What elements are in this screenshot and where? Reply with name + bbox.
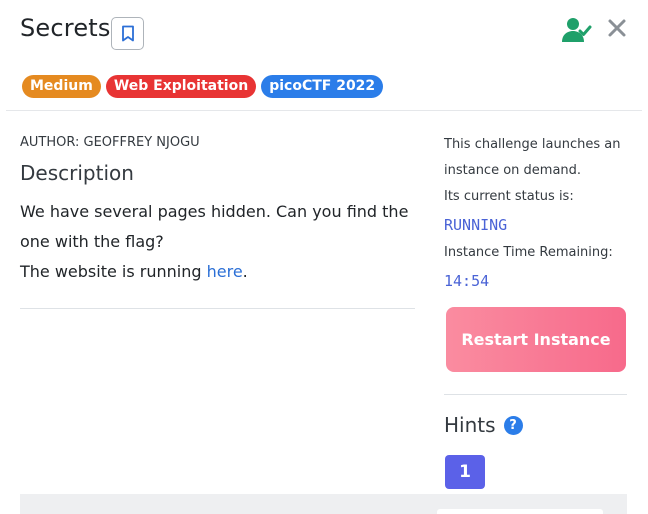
close-icon[interactable]: [606, 17, 628, 39]
hints-title: Hints: [444, 413, 496, 437]
description-text: We have several pages hidden. Can you fi…: [20, 202, 409, 251]
time-label: Instance Time Remaining:: [444, 245, 613, 260]
category-badge: Web Exploitation: [105, 75, 257, 98]
challenge-main: AUTHOR: GEOFFREY NJOGU Description We ha…: [20, 132, 415, 287]
bookmark-icon: [121, 25, 134, 42]
bookmark-button[interactable]: [111, 17, 144, 50]
running-prefix: The website is running: [20, 262, 207, 281]
instance-link[interactable]: here: [207, 262, 243, 281]
user-check-icon[interactable]: [562, 16, 592, 44]
event-badge: picoCTF 2022: [261, 75, 384, 98]
hint-button-1[interactable]: 1: [445, 455, 485, 489]
side-divider: [444, 394, 627, 395]
hints-heading: Hints ?: [444, 413, 523, 437]
launch-info: This challenge launches an instance on d…: [444, 137, 621, 178]
tag-list: Medium Web Exploitation picoCTF 2022: [22, 75, 384, 98]
author-label: AUTHOR: GEOFFREY NJOGU: [20, 135, 200, 150]
running-text: The website is running here.: [20, 257, 415, 287]
challenge-header: Secrets Medium Web Exploitation picoCTF …: [0, 0, 648, 112]
bottom-input-box: [437, 509, 603, 514]
main-divider: [20, 308, 415, 309]
difficulty-badge: Medium: [22, 75, 101, 98]
status-label: Its current status is:: [444, 189, 574, 204]
help-icon[interactable]: ?: [503, 415, 523, 435]
instance-panel: This challenge launches an instance on d…: [444, 132, 627, 296]
running-suffix: .: [242, 262, 248, 281]
page-title: Secrets: [20, 14, 111, 42]
description-heading: Description: [20, 161, 134, 185]
restart-instance-button[interactable]: Restart Instance: [446, 307, 626, 372]
header-divider: [6, 110, 642, 111]
status-value: RUNNING: [444, 216, 508, 234]
time-remaining: 14:54: [444, 272, 490, 290]
